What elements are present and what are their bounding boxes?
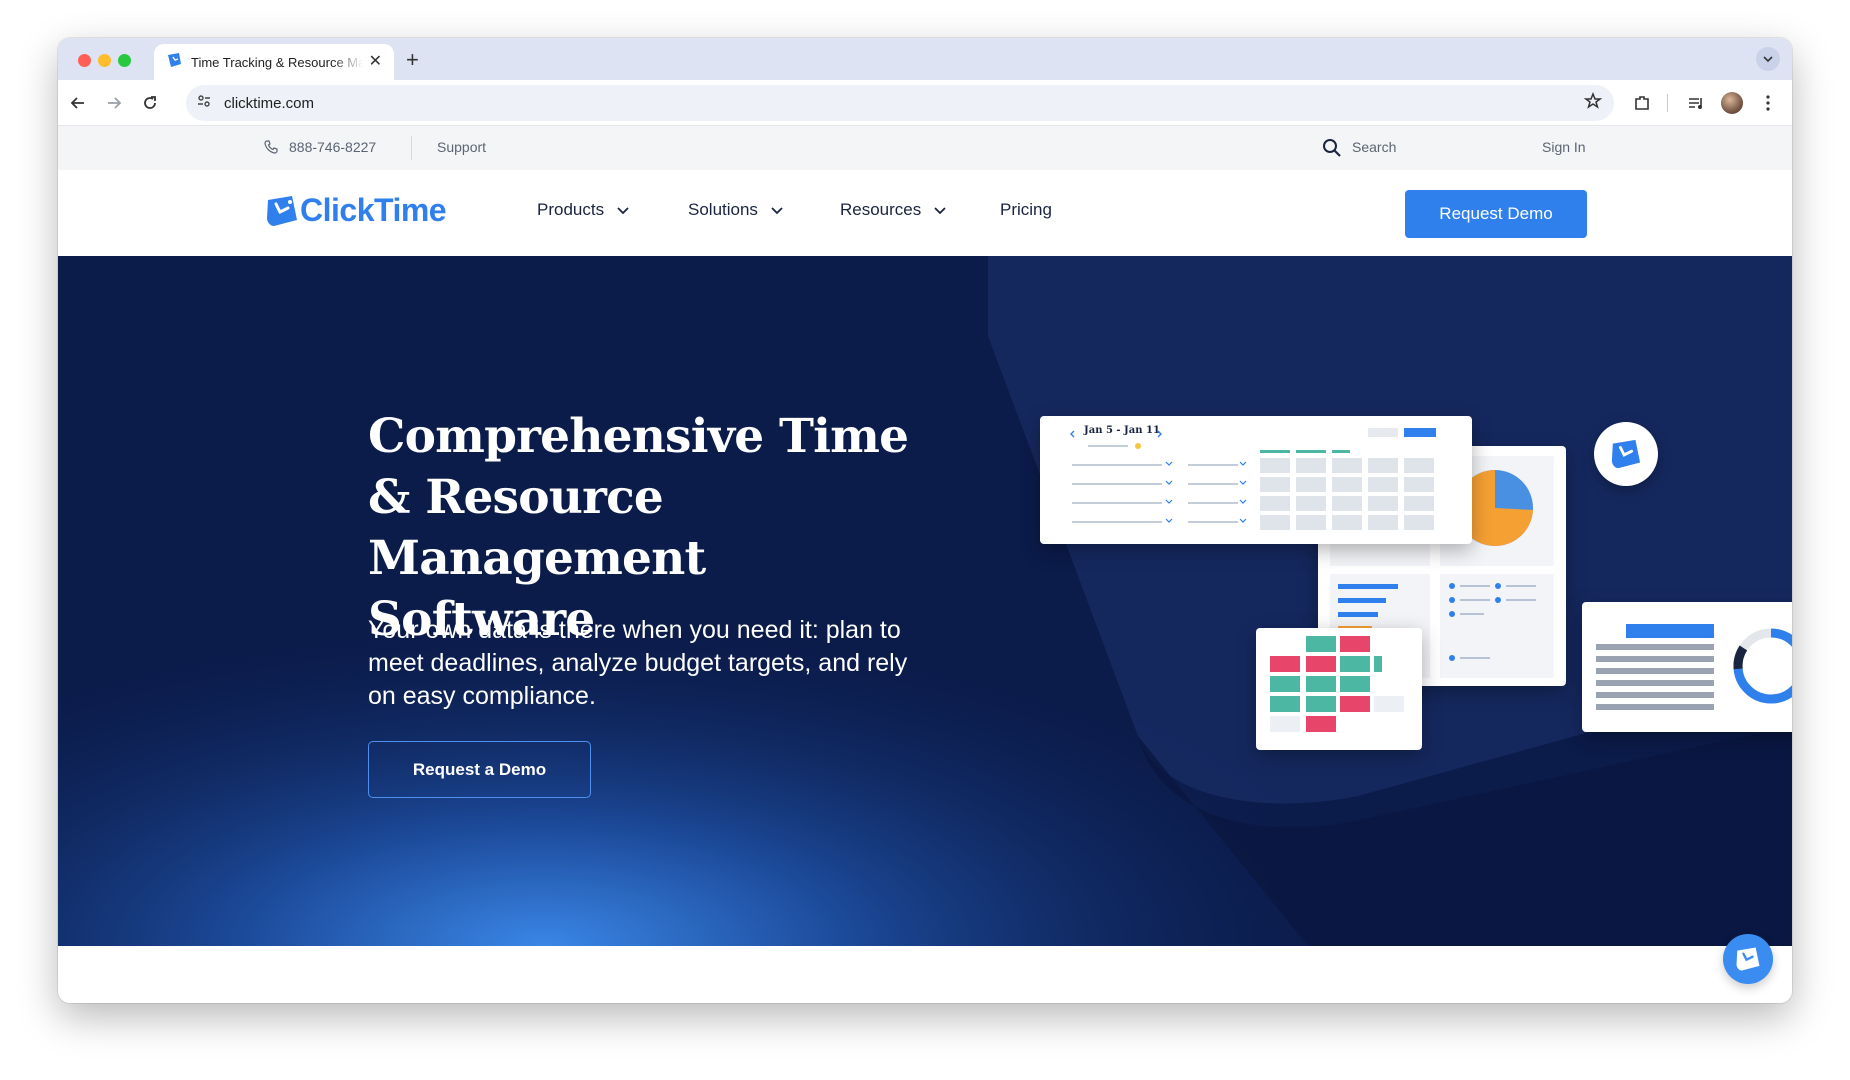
- browser-tab[interactable]: Time Tracking & Resource Management Soft…: [154, 44, 394, 80]
- tab-title: Time Tracking & Resource Management Soft…: [191, 54, 363, 70]
- url-text: clicktime.com: [224, 94, 315, 112]
- new-tab-button[interactable]: +: [406, 47, 419, 73]
- utility-divider: [411, 136, 412, 160]
- nav-solutions[interactable]: Solutions: [688, 200, 784, 220]
- phone-icon: [264, 140, 278, 157]
- nav-resources-label: Resources: [840, 200, 922, 219]
- browser-menu-button[interactable]: [1756, 91, 1780, 115]
- sign-in-link[interactable]: Sign In: [1542, 139, 1586, 155]
- utility-bar: 888-746-8227 Support Search Sign In: [58, 126, 1792, 170]
- nav-products-label: Products: [537, 200, 605, 219]
- puzzle-icon: [1635, 96, 1649, 110]
- nav-pricing-label: Pricing: [1000, 200, 1052, 219]
- close-window-button[interactable]: [78, 54, 91, 67]
- clicktime-logo-icon: [1611, 439, 1641, 469]
- timesheet-card: Jan 5 - Jan 11: [1040, 416, 1472, 544]
- search-icon[interactable]: [1322, 138, 1342, 161]
- queue-music-icon: [1689, 98, 1702, 109]
- close-tab-icon[interactable]: ✕: [369, 54, 382, 70]
- forward-button[interactable]: [102, 91, 126, 115]
- content-below-fold: [58, 946, 1792, 1003]
- arrow-right-icon: [108, 97, 122, 109]
- address-bar[interactable]: clicktime.com: [186, 85, 1614, 121]
- clicktime-badge: [1594, 422, 1658, 486]
- clicktime-logo[interactable]: ClickTime: [264, 192, 447, 229]
- media-control-button[interactable]: [1684, 91, 1708, 115]
- logo-wordmark: ClickTime: [300, 192, 447, 228]
- main-navigation: ClickTime Products Solutions Resources P…: [58, 170, 1792, 256]
- product-illustration: Jan 5 - Jan 11: [978, 416, 1792, 776]
- chevron-down-icon: [934, 207, 946, 215]
- donut-card: [1582, 602, 1792, 732]
- search-link[interactable]: Search: [1352, 139, 1396, 155]
- site-settings-icon[interactable]: [196, 93, 212, 114]
- chevron-down-icon: [771, 207, 783, 215]
- chevron-down-icon: [1763, 56, 1773, 63]
- heatmap-card: [1256, 628, 1422, 750]
- favicon-icon: [166, 52, 182, 73]
- tab-search-button[interactable]: [1756, 47, 1780, 71]
- profile-avatar[interactable]: [1720, 91, 1744, 115]
- request-demo-button[interactable]: Request Demo: [1405, 190, 1587, 238]
- nav-resources[interactable]: Resources: [840, 200, 947, 220]
- nav-products[interactable]: Products: [537, 200, 630, 220]
- hero-subtitle: Your own data is there when you need it:…: [368, 616, 908, 710]
- back-button[interactable]: [66, 91, 90, 115]
- reload-button[interactable]: [138, 91, 162, 115]
- chat-widget-button[interactable]: [1723, 934, 1773, 984]
- browser-toolbar: clicktime.com: [58, 80, 1792, 126]
- request-a-demo-button[interactable]: Request a Demo: [368, 741, 591, 798]
- zoom-window-button[interactable]: [118, 54, 131, 67]
- nav-pricing[interactable]: Pricing: [1000, 200, 1052, 220]
- support-link[interactable]: Support: [437, 139, 486, 155]
- toolbar-divider: [1667, 94, 1668, 112]
- bookmark-star-icon[interactable]: [1583, 91, 1603, 115]
- chevron-down-icon: [617, 207, 629, 215]
- browser-window: Time Tracking & Resource Management Soft…: [58, 38, 1792, 1003]
- extensions-button[interactable]: [1630, 91, 1654, 115]
- phone-number-link[interactable]: 888-746-8227: [289, 139, 376, 155]
- hero-section: Comprehensive Time & Resource Management…: [58, 256, 1792, 946]
- minimize-window-button[interactable]: [98, 54, 111, 67]
- arrow-left-icon: [70, 97, 84, 109]
- clicktime-logo-icon: [267, 195, 297, 226]
- nav-solutions-label: Solutions: [688, 200, 758, 219]
- reload-icon: [144, 96, 156, 109]
- chat-icon: [1736, 947, 1760, 971]
- tab-strip: Time Tracking & Resource Management Soft…: [58, 38, 1792, 80]
- more-vertical-icon: [1766, 95, 1770, 111]
